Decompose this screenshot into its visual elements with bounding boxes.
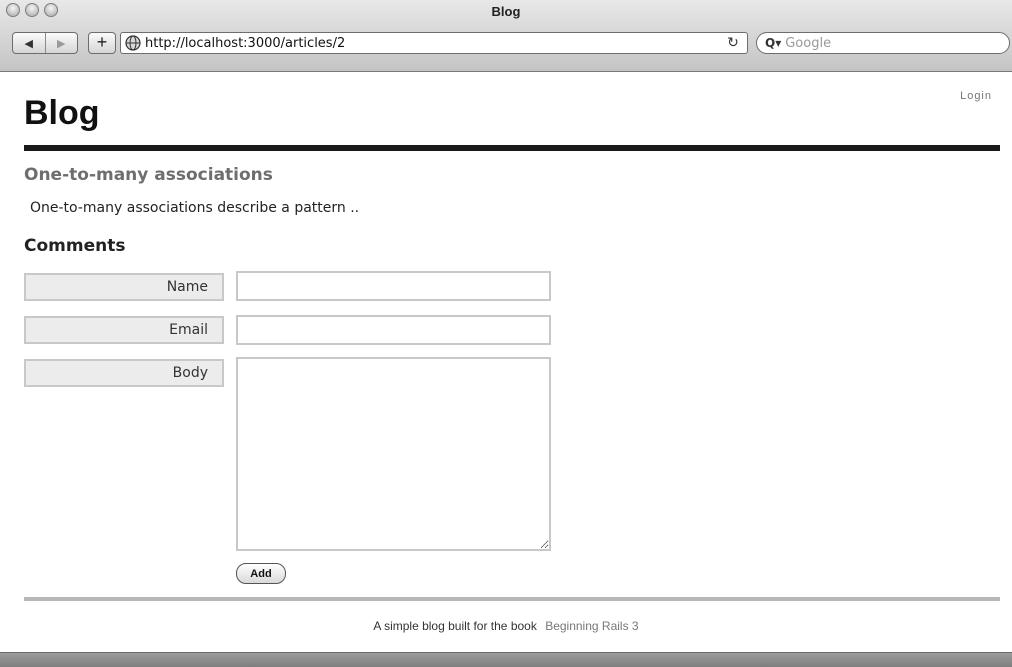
globe-icon [125, 35, 141, 51]
browser-titlebar: Blog ◀ ▶ + http://localhost:3000/article… [0, 0, 1012, 72]
email-field[interactable] [236, 315, 551, 345]
footer-book-link[interactable]: Beginning Rails 3 [545, 619, 638, 633]
name-field[interactable] [236, 271, 551, 301]
article-title: One-to-many associations [24, 165, 273, 185]
browser-toolbar: ◀ ▶ + http://localhost:3000/articles/2 ↻… [0, 30, 1012, 60]
url-text[interactable]: http://localhost:3000/articles/2 [145, 36, 723, 51]
login-link[interactable]: Login [960, 90, 992, 102]
body-field[interactable] [236, 357, 551, 551]
search-box[interactable]: Q▾ [756, 32, 1010, 54]
forward-button[interactable]: ▶ [44, 33, 78, 53]
add-bookmark-button[interactable]: + [88, 32, 116, 54]
article-body: One-to-many associations describe a patt… [30, 200, 360, 216]
search-input[interactable] [785, 35, 986, 51]
email-label: Email [24, 316, 224, 344]
site-title: Blog [24, 94, 100, 132]
header-divider [24, 145, 1000, 151]
body-label: Body [24, 359, 224, 387]
browser-statusbar [0, 652, 1012, 667]
window-title: Blog [491, 4, 521, 19]
comments-heading: Comments [24, 236, 126, 256]
reload-icon[interactable]: ↻ [723, 33, 743, 53]
footer-text: A simple blog built for the book [373, 619, 537, 633]
name-label: Name [24, 273, 224, 301]
add-comment-button[interactable]: Add [236, 563, 286, 584]
forward-arrow-icon: ▶ [57, 36, 66, 50]
search-icon[interactable]: Q▾ [765, 36, 781, 50]
footer: A simple blog built for the book Beginni… [0, 619, 1012, 633]
back-button[interactable]: ◀ [13, 33, 45, 53]
back-forward-group: ◀ ▶ [12, 32, 78, 54]
address-bar[interactable]: http://localhost:3000/articles/2 ↻ [120, 32, 748, 54]
footer-divider [24, 597, 1000, 601]
back-arrow-icon: ◀ [24, 36, 33, 50]
